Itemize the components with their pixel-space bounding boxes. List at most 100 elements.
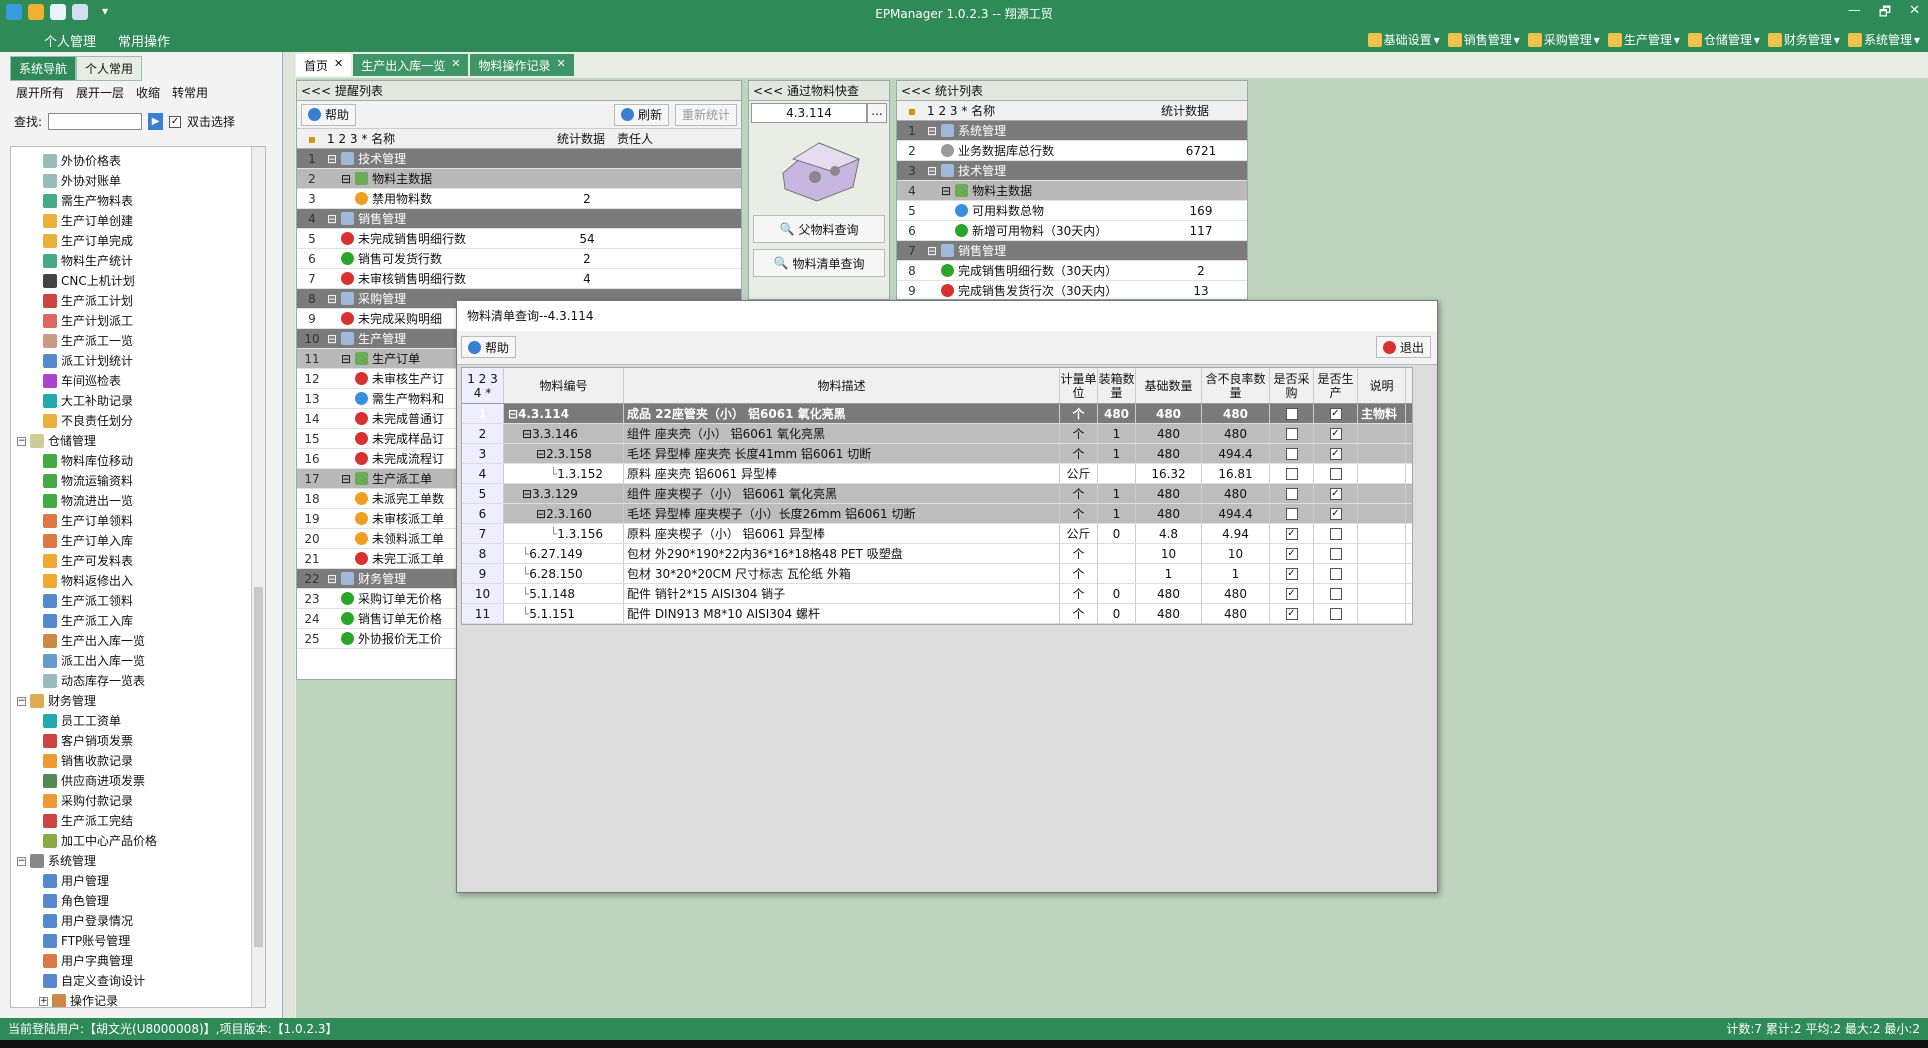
- expander-icon[interactable]: ⊟: [327, 292, 337, 306]
- purchase-checkbox[interactable]: ✓: [1285, 567, 1298, 580]
- table-row[interactable]: 5 未完成销售明细行数 54: [297, 229, 741, 249]
- table-row[interactable]: 11 └ 5.1.151 配件 DIN913 M8*10 AISI304 螺杆个 0 4…: [462, 604, 1412, 624]
- nav-item[interactable]: 生产订单入库: [11, 531, 265, 551]
- parent-material-query-button[interactable]: 🔍 父物料查询: [753, 215, 885, 243]
- col-owner-header[interactable]: 责任人: [617, 130, 653, 147]
- table-row[interactable]: 1 ⊟ 4.3.114 成品 22座管夹（小） 铝6061 氧化亮黑个 480 480 4…: [462, 404, 1412, 424]
- tab-home[interactable]: 首页 ✕: [296, 54, 352, 76]
- col-base-qty[interactable]: 基础数量: [1136, 368, 1202, 403]
- nav-item[interactable]: 生产派工完结: [11, 811, 265, 831]
- nav-item[interactable]: 供应商进项发票: [11, 771, 265, 791]
- table-row[interactable]: 4 ⊟ 销售管理: [297, 209, 741, 229]
- nav-item[interactable]: 生产派工领料: [11, 591, 265, 611]
- produce-checkbox[interactable]: ✓: [1329, 487, 1342, 500]
- menu-5[interactable]: 财务管理 ▾: [1767, 31, 1840, 48]
- material-code-input[interactable]: 4.3.114: [751, 103, 867, 123]
- close-button[interactable]: ✕: [1909, 3, 1920, 25]
- nav-item[interactable]: − 系统管理: [11, 851, 265, 871]
- produce-checkbox[interactable]: [1329, 547, 1342, 560]
- table-row[interactable]: 2 ⊟ 物料主数据: [297, 169, 741, 189]
- produce-checkbox[interactable]: [1329, 467, 1342, 480]
- bom-query-button[interactable]: 🔍 物料清单查询: [753, 249, 885, 277]
- table-row[interactable]: 7 ⊟ 销售管理: [897, 241, 1247, 261]
- nav-item[interactable]: CNC上机计划: [11, 271, 265, 291]
- dialog-help-button[interactable]: 帮助: [461, 336, 517, 358]
- col-name-header[interactable]: 1 2 3 * 名称: [927, 102, 1161, 119]
- purchase-checkbox[interactable]: [1285, 407, 1298, 420]
- col-stat-header[interactable]: 统计数据: [557, 130, 617, 147]
- menu-1[interactable]: 销售管理 ▾: [1447, 31, 1520, 48]
- dialog-exit-button[interactable]: 退出: [1375, 336, 1431, 358]
- purchase-checkbox[interactable]: ✓: [1285, 547, 1298, 560]
- nav-item[interactable]: 外协价格表: [11, 151, 265, 171]
- table-row[interactable]: 3 ⊟ 2.3.158 毛坯 异型棒 座夹壳 长度41mm 铝6061 切断个 1 48…: [462, 444, 1412, 464]
- refresh-button[interactable]: 刷新: [613, 103, 669, 126]
- nav-item[interactable]: 生产计划派工: [11, 311, 265, 331]
- table-row[interactable]: 8 完成销售明细行数（30天内） 2: [897, 261, 1247, 281]
- table-row[interactable]: 6 ⊟ 2.3.160 毛坯 异型棒 座夹楔子（小）长度26mm 铝6061 切断个…: [462, 504, 1412, 524]
- nav-item[interactable]: 物流进出一览: [11, 491, 265, 511]
- menu-4[interactable]: 仓储管理 ▾: [1687, 31, 1760, 48]
- expander-icon[interactable]: ⊟: [327, 332, 337, 346]
- expander-icon[interactable]: ⊟: [327, 212, 337, 226]
- table-row[interactable]: 2 业务数据库总行数 6721: [897, 141, 1247, 161]
- col-material-code[interactable]: 物料编号: [504, 368, 624, 403]
- table-row[interactable]: 4 ⊟ 物料主数据: [897, 181, 1247, 201]
- stats-list-header[interactable]: <<< 统计列表: [897, 81, 1247, 101]
- browse-button[interactable]: ...: [867, 103, 887, 123]
- nav-item[interactable]: 大工补助记录: [11, 391, 265, 411]
- panel-splitter[interactable]: [283, 52, 295, 1018]
- table-row[interactable]: 7 └ 1.3.156 原料 座夹楔子（小） 铝6061 异型棒 公斤 0 4.8 4.94…: [462, 524, 1412, 544]
- expander-icon[interactable]: ⊟: [927, 124, 937, 138]
- nav-item[interactable]: 生产订单领料: [11, 511, 265, 531]
- table-row[interactable]: 5 ⊟ 3.3.129 组件 座夹楔子（小） 铝6061 氧化亮黑个 1 480 480 ✓: [462, 484, 1412, 504]
- expand-all-button[interactable]: 展开所有: [16, 84, 64, 101]
- table-row[interactable]: 6 销售可发货行数 2: [297, 249, 741, 269]
- nav-item[interactable]: 用户登录情况: [11, 911, 265, 931]
- menu-personal[interactable]: 个人管理: [44, 31, 96, 50]
- expander-icon[interactable]: ⊟: [341, 352, 351, 366]
- expander-icon[interactable]: ⊟: [536, 447, 546, 461]
- nav-item[interactable]: 生产可发料表: [11, 551, 265, 571]
- col-loss-qty[interactable]: 含不良率数量: [1202, 368, 1270, 403]
- purchase-checkbox[interactable]: [1285, 487, 1298, 500]
- table-row[interactable]: 2 ⊟ 3.3.146 组件 座夹壳（小） 铝6061 氧化亮黑个 1 480 480 ✓: [462, 424, 1412, 444]
- table-row[interactable]: 8 └ 6.27.149 包材 外290*190*22内36*16*18格48 PE…: [462, 544, 1412, 564]
- menu-2[interactable]: 采购管理 ▾: [1527, 31, 1600, 48]
- nav-item[interactable]: 物料返修出入: [11, 571, 265, 591]
- produce-checkbox[interactable]: ✓: [1329, 407, 1342, 420]
- table-row[interactable]: 3 ⊟ 技术管理: [897, 161, 1247, 181]
- expander-icon[interactable]: ⊟: [522, 427, 532, 441]
- expander-icon[interactable]: ⊟: [327, 572, 337, 586]
- purchase-checkbox[interactable]: ✓: [1285, 527, 1298, 540]
- col-is-produce[interactable]: 是否生产: [1314, 368, 1358, 403]
- tab-material-op-log[interactable]: 物料操作记录 ✕: [470, 54, 574, 76]
- nav-item[interactable]: 生产派工一览: [11, 331, 265, 351]
- nav-item[interactable]: 用户管理: [11, 871, 265, 891]
- expander-icon[interactable]: −: [17, 856, 26, 866]
- produce-checkbox[interactable]: [1329, 527, 1342, 540]
- search-go-icon[interactable]: ▶: [148, 113, 164, 130]
- nav-item[interactable]: 物料生产统计: [11, 251, 265, 271]
- purchase-checkbox[interactable]: ✓: [1285, 607, 1298, 620]
- menu-0[interactable]: 基础设置 ▾: [1367, 31, 1440, 48]
- quick-lookup-header[interactable]: <<< 通过物料快查: [749, 81, 889, 101]
- col-note[interactable]: 说明: [1358, 368, 1406, 403]
- search-input[interactable]: [48, 113, 143, 130]
- tab-personal-common[interactable]: 个人常用: [76, 56, 143, 81]
- help-button[interactable]: 帮助: [301, 103, 357, 126]
- table-row[interactable]: 6 新增可用物料（30天内） 117: [897, 221, 1247, 241]
- col-pack-qty[interactable]: 装箱数量: [1098, 368, 1136, 403]
- nav-item[interactable]: 自定义查询设计: [11, 971, 265, 991]
- produce-checkbox[interactable]: ✓: [1329, 427, 1342, 440]
- produce-checkbox[interactable]: ✓: [1329, 507, 1342, 520]
- nav-item[interactable]: 物料库位移动: [11, 451, 265, 471]
- recount-button[interactable]: 重新统计: [674, 103, 737, 126]
- col-unit[interactable]: 计量单位: [1060, 368, 1098, 403]
- nav-item[interactable]: 生产派工入库: [11, 611, 265, 631]
- nav-item[interactable]: 物流运输资料: [11, 471, 265, 491]
- nav-item[interactable]: 客户销项发票: [11, 731, 265, 751]
- menu-6[interactable]: 系统管理 ▾: [1847, 31, 1920, 48]
- expander-icon[interactable]: ⊟: [522, 487, 532, 501]
- expander-icon[interactable]: +: [39, 996, 48, 1006]
